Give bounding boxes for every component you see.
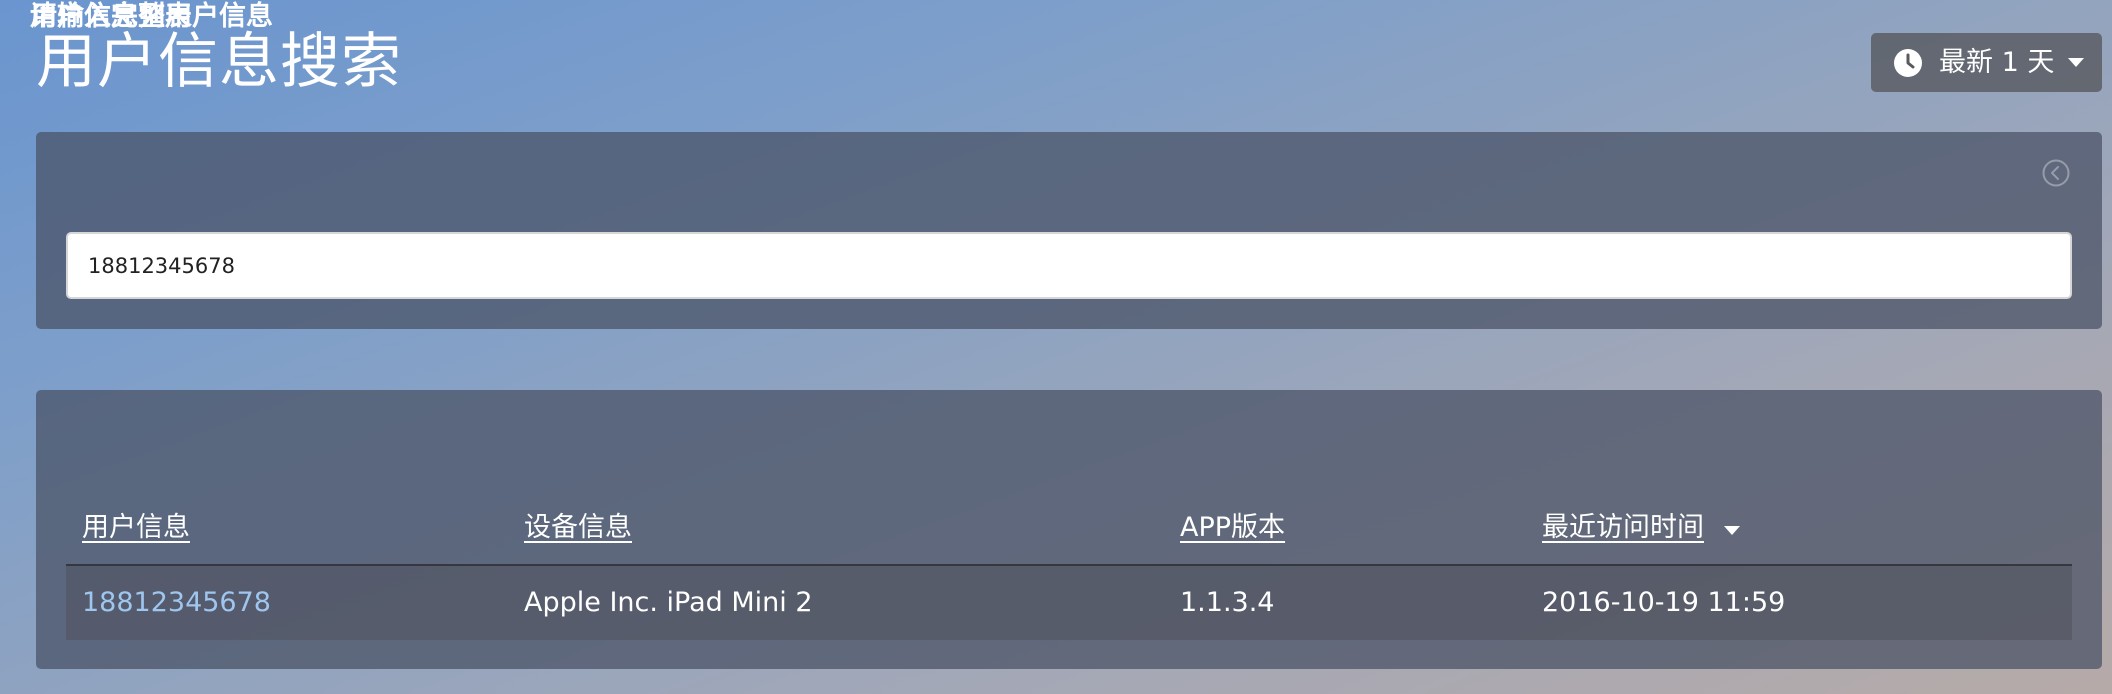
column-header-device[interactable]: 设备信息 (524, 510, 632, 546)
column-header-last-visit[interactable]: 最近访问时间 (1542, 510, 1704, 546)
chevron-down-icon (2068, 58, 2085, 67)
search-panel (36, 132, 2102, 329)
device-cell: Apple Inc. iPad Mini 2 (524, 587, 813, 618)
app-version-cell: 1.1.3.4 (1180, 587, 1275, 618)
column-header-app-version[interactable]: APP版本 (1180, 510, 1285, 546)
time-range-dropdown[interactable]: 最新 1 天 (1871, 33, 2102, 92)
collapse-icon[interactable] (2041, 158, 2071, 188)
time-range-label: 最新 1 天 (1939, 46, 2055, 78)
sort-caret-down-icon[interactable] (1724, 526, 1740, 535)
user-list-title: 用户信息列表 (30, 1, 192, 32)
clock-icon (1894, 48, 1922, 77)
user-link[interactable]: 18812345678 (82, 585, 271, 621)
column-header-user[interactable]: 用户信息 (82, 510, 190, 546)
last-visit-cell: 2016-10-19 11:59 (1542, 587, 1786, 618)
page-title: 用户信息搜索 (36, 27, 402, 97)
user-search-input[interactable] (66, 232, 2072, 299)
